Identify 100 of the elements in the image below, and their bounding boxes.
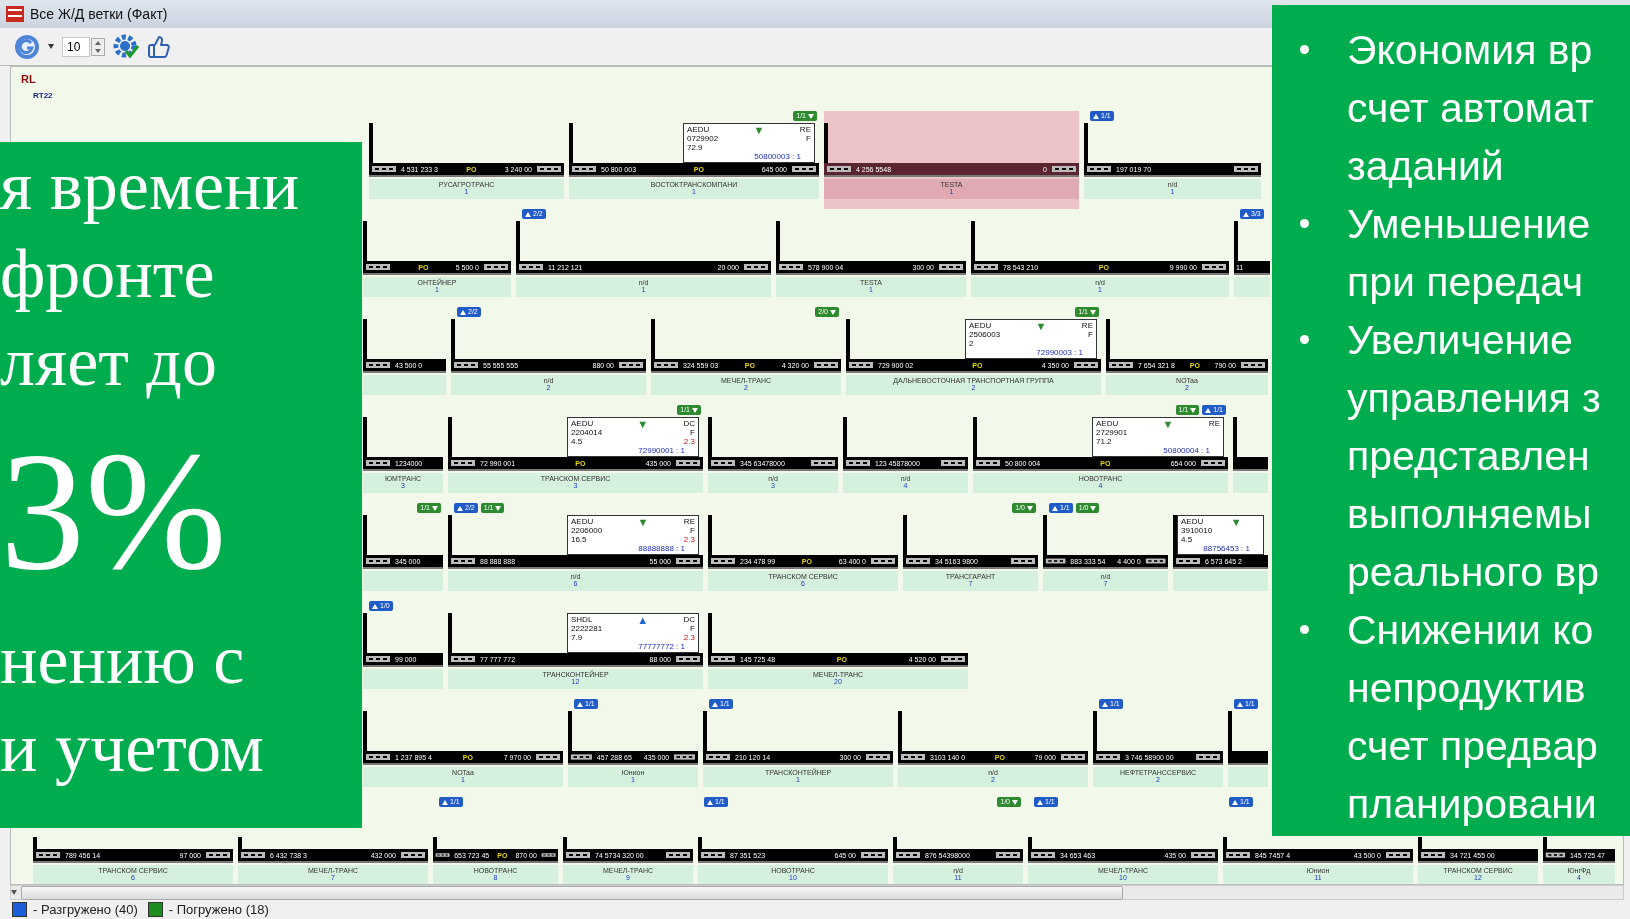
coupler-icon: [675, 556, 701, 566]
coupler-icon: [365, 360, 391, 370]
bullet-text-line: Снижении ко: [1347, 606, 1595, 655]
wagon-card[interactable]: AEDU 2204014 4.5 ▼ DC F 2.3 72990001 : 1: [567, 417, 699, 457]
card-line: 2204014: [571, 428, 603, 437]
bullet-text-line: при передач: [1347, 258, 1585, 307]
track-post: [451, 319, 455, 359]
bullet-text-line: представлен: [1347, 432, 1591, 481]
coupler-icon: [371, 164, 397, 174]
coupler-icon: [938, 262, 964, 272]
wagon-card[interactable]: AEDU 0729902 72.9 ▼ RE F 50800003 : 1: [683, 123, 815, 163]
card-line: 2: [969, 339, 975, 348]
track-post: [824, 123, 828, 163]
up-arrow-icon: [712, 701, 718, 707]
slide-text-line: 3%: [0, 416, 228, 607]
card-line: F: [1088, 330, 1093, 339]
track-post: [703, 711, 707, 751]
card-value: 2.3: [683, 633, 695, 642]
track-post: [363, 221, 367, 261]
gear-check-icon[interactable]: [113, 33, 139, 60]
bullet-text-line: реального вр: [1347, 548, 1600, 597]
direction-arrow: ▲: [637, 615, 649, 628]
bullet-text-line: счет автомат: [1347, 84, 1594, 133]
card-line: F: [690, 526, 695, 535]
up-arrow-icon: [1093, 113, 1099, 119]
coupler-icon: [535, 752, 561, 762]
coupler-icon: [870, 556, 896, 566]
track-bar[interactable]: [1228, 751, 1268, 765]
direction-arrow: ▼: [1162, 419, 1174, 432]
bullet-text-line: непродуктив: [1347, 664, 1587, 713]
coupler-icon: [1225, 850, 1251, 860]
up-arrow-icon: [1052, 505, 1058, 511]
coupler-icon: [1060, 752, 1086, 762]
card-line: 4.5: [1181, 535, 1194, 544]
wagon-card[interactable]: SHDL 2222281 7.9 ▲ DC F 2.3 77777772 : 1: [567, 613, 699, 653]
coupler-icon: [365, 556, 391, 566]
coupler-icon: [571, 164, 597, 174]
card-line: DC: [683, 615, 695, 624]
scrollbar-thumb[interactable]: [21, 885, 1123, 900]
card-line: 2206000: [571, 526, 603, 535]
track-post: [569, 123, 573, 163]
wagon-card[interactable]: AEDU 2729901 71.2 ▼ RE 50800004 : 1: [1092, 417, 1224, 457]
refresh-icon[interactable]: [14, 33, 40, 60]
track-post: [651, 319, 655, 359]
coupler-icon: [1073, 360, 1099, 370]
horizontal-scrollbar[interactable]: [10, 885, 1624, 900]
track-bar[interactable]: [1233, 457, 1268, 471]
coupler-icon: [450, 556, 476, 566]
station-code: RT22: [33, 91, 54, 100]
track-post: [369, 123, 373, 163]
coupler-icon: [536, 164, 562, 174]
coupler-icon: [1108, 360, 1134, 370]
bullet-text-line: выполняемы: [1347, 490, 1593, 539]
wagon-card[interactable]: AEDU 3910010 4.5 ▼ 88756453 : 1: [1177, 515, 1264, 555]
coupler-icon: [940, 654, 966, 664]
direction-arrow: ▼: [1230, 517, 1242, 530]
coupler-icon: [1240, 360, 1266, 370]
card-line: AEDU: [1096, 419, 1120, 428]
card-line: 4.5: [571, 437, 584, 446]
coupler-icon: [778, 262, 804, 272]
track-post: [448, 613, 452, 653]
wagon-ref: 77777772 : 1: [638, 642, 685, 651]
wagon-card[interactable]: AEDU 2506003 2 ▼ RE F 72990003 : 1: [965, 319, 1097, 359]
coupler-icon: [1086, 164, 1112, 174]
wagon-ref: 50800003 : 1: [754, 152, 801, 161]
coupler-icon: [895, 850, 921, 860]
card-line: SHDL: [571, 615, 594, 624]
card-line: F: [806, 134, 811, 143]
coupler-icon: [1144, 556, 1166, 566]
spinner-arrows-icon[interactable]: [91, 37, 105, 56]
coupler-icon: [1233, 164, 1259, 174]
wagon-ref: 88888888 : 1: [638, 544, 685, 553]
bullet-text-line: Экономия вр: [1347, 26, 1594, 75]
slide-text-line: и учетом: [0, 708, 265, 788]
track-post: [898, 711, 902, 751]
coupler-icon: [675, 654, 701, 664]
coupler-icon: [1200, 458, 1226, 468]
app-logo-icon: [6, 6, 24, 22]
card-line: AEDU: [969, 321, 993, 330]
wagon-ref: 50800004 : 1: [1163, 446, 1210, 455]
bullet-icon: [1300, 219, 1309, 228]
coupler-icon: [365, 262, 391, 272]
track-post: [1106, 319, 1110, 359]
coupler-icon: [700, 850, 726, 860]
coupler-icon: [1095, 752, 1121, 762]
track-post: [1228, 711, 1232, 751]
count-input[interactable]: 10: [62, 36, 90, 57]
coupler-icon: [1190, 850, 1216, 860]
track-post: [516, 221, 520, 261]
bullet-text-line: Уменьшение: [1347, 200, 1591, 249]
wagon-ref: 72990003 : 1: [1036, 348, 1083, 357]
thumbs-up-icon[interactable]: [147, 34, 171, 59]
track-label-band: [1233, 473, 1268, 493]
coupler-icon: [483, 262, 509, 272]
wagon-card[interactable]: AEDU 2206000 16.5 ▼ RE F 2.3 88888888 : 1: [567, 515, 699, 555]
bullet-icon: [1300, 45, 1309, 54]
card-line: 7.9: [571, 633, 584, 642]
coupler-icon: [900, 752, 926, 762]
track-post: [448, 417, 452, 457]
wagon-ref: 72990001 : 1: [638, 446, 685, 455]
